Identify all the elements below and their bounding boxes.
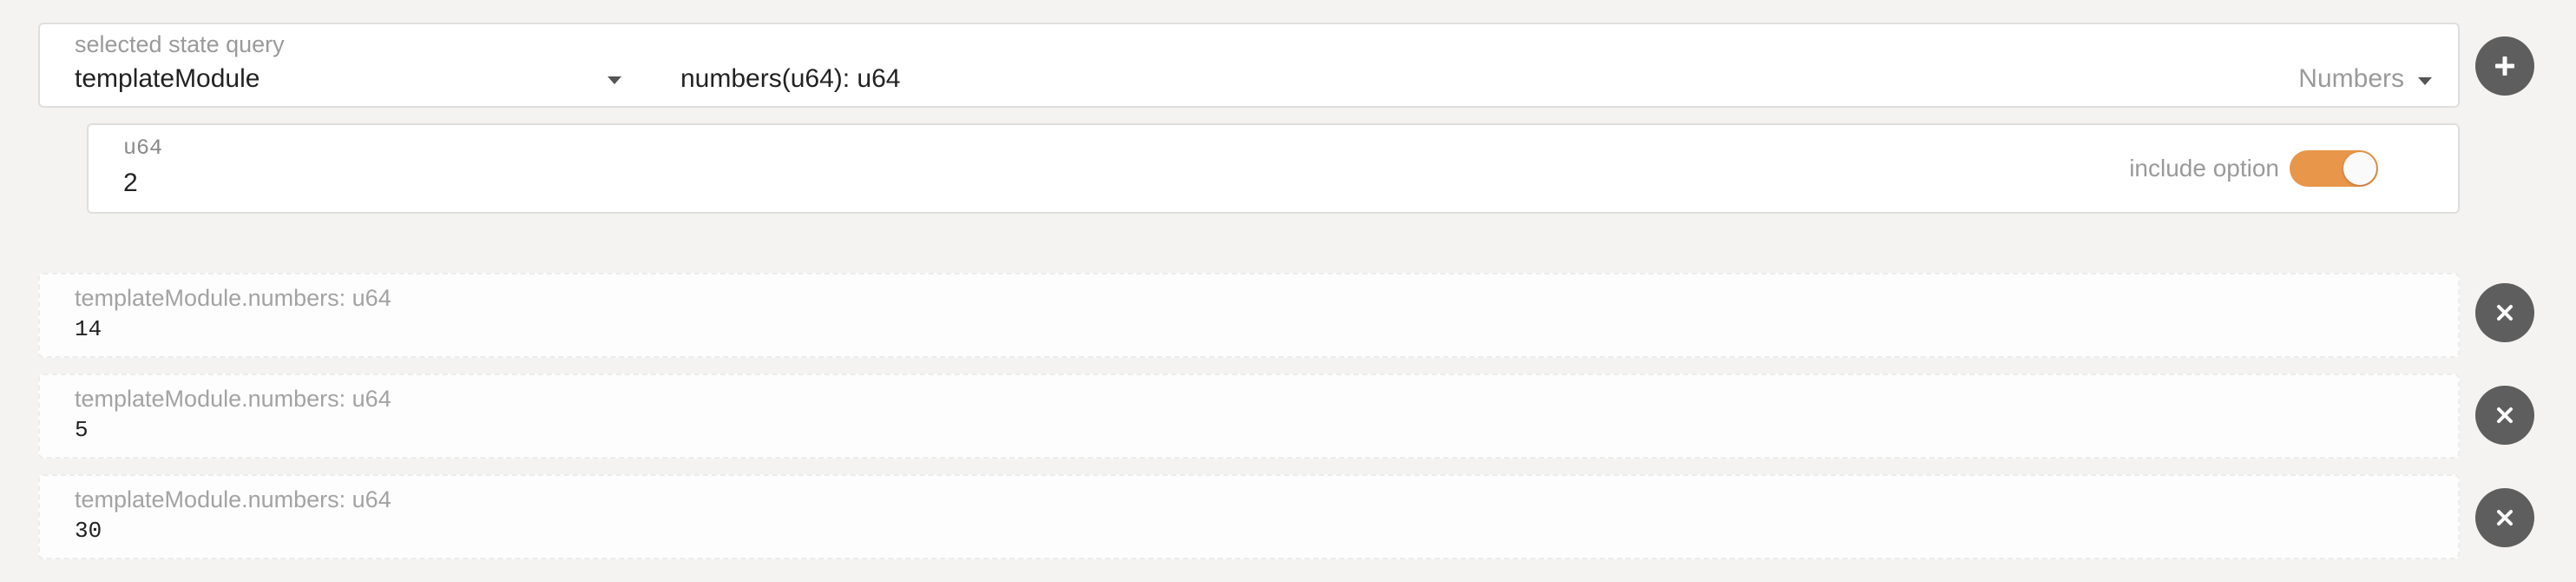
method-dropdown[interactable]: numbers(u64): u64 xyxy=(680,64,900,94)
query-result: templateModule.numbers: u64 5 xyxy=(38,374,2460,459)
remove-result-button[interactable] xyxy=(2475,386,2534,445)
include-option-label: include option xyxy=(2129,155,2279,182)
result-value: 14 xyxy=(75,316,102,342)
include-option-toggle[interactable] xyxy=(2290,150,2378,187)
query-selector-label: selected state query xyxy=(75,31,285,57)
param-type-label: u64 xyxy=(123,136,163,161)
toggle-knob xyxy=(2343,152,2376,185)
remove-result-button[interactable] xyxy=(2475,283,2534,342)
result-value: 5 xyxy=(75,417,89,443)
close-icon xyxy=(2497,510,2513,526)
add-query-button[interactable] xyxy=(2475,36,2534,96)
caret-down-icon[interactable] xyxy=(608,76,621,84)
chain-state-page: selected state query templateModule numb… xyxy=(0,0,2576,582)
result-value: 30 xyxy=(75,518,102,544)
close-icon xyxy=(2497,407,2513,423)
close-icon xyxy=(2497,305,2513,321)
state-query-selector: selected state query templateModule numb… xyxy=(38,23,2460,108)
module-dropdown[interactable]: templateModule xyxy=(75,64,260,94)
result-label: templateModule.numbers: u64 xyxy=(75,386,391,412)
method-doc-label[interactable]: Numbers xyxy=(2298,64,2404,94)
result-label: templateModule.numbers: u64 xyxy=(75,285,391,311)
caret-down-icon[interactable] xyxy=(2418,77,2432,85)
query-result: templateModule.numbers: u64 30 xyxy=(38,474,2460,559)
query-result: templateModule.numbers: u64 14 xyxy=(38,273,2460,358)
param-input-container: u64 include option xyxy=(87,123,2460,214)
plus-icon xyxy=(2495,56,2514,76)
remove-result-button[interactable] xyxy=(2475,488,2534,547)
param-value-input[interactable] xyxy=(122,165,1166,202)
result-label: templateModule.numbers: u64 xyxy=(75,486,391,513)
